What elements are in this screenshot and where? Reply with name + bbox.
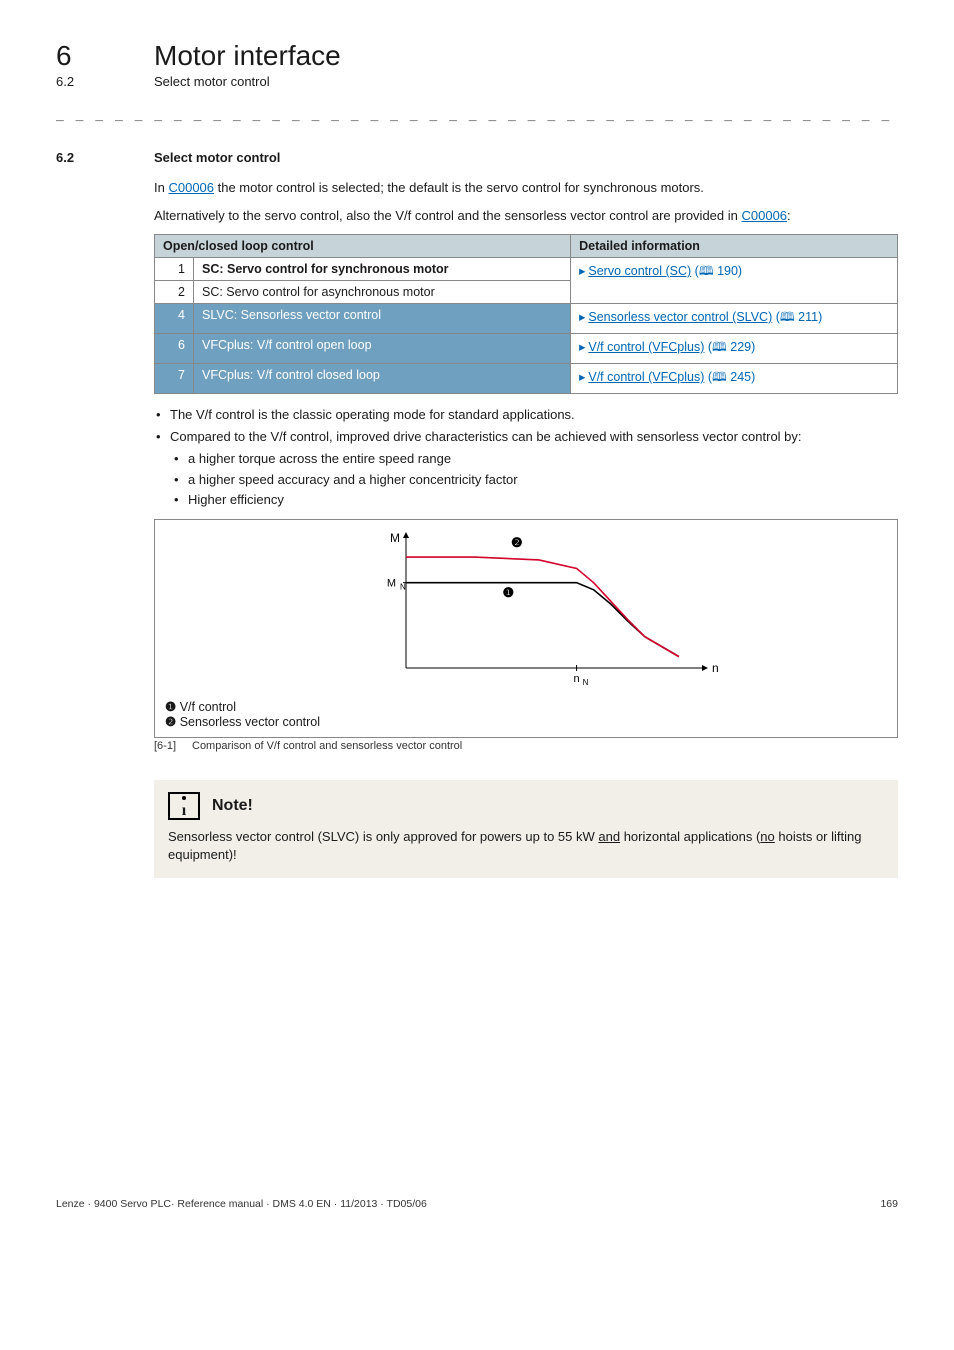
figure-caption-text: Comparison of V/f control and sensorless… (192, 740, 462, 752)
chart-container: nNMNMn❶❷ ❶ V/f control ❷ Sensorless vect… (154, 519, 898, 738)
section-number: 6.2 (56, 150, 154, 165)
row-number: 7 (155, 364, 194, 394)
legend-marker: ❷ (165, 714, 176, 729)
control-mode-table: Open/closed loop control Detailed inform… (154, 234, 898, 394)
legend-label: Sensorless vector control (180, 715, 320, 729)
row-number: 4 (155, 304, 194, 334)
svg-text:N: N (583, 678, 589, 687)
paragraph: Alternatively to the servo control, also… (154, 207, 898, 225)
separator-line: _ _ _ _ _ _ _ _ _ _ _ _ _ _ _ _ _ _ _ _ … (56, 107, 898, 122)
table-header-row: Open/closed loop control Detailed inform… (155, 235, 898, 258)
row-number: 1 (155, 258, 194, 281)
cross-reference-link[interactable]: V/f control (VFCplus) (🕮 245) (588, 370, 755, 384)
chart-legend: ❶ V/f control ❷ Sensorless vector contro… (155, 695, 897, 737)
code-link[interactable]: C00006 (741, 208, 787, 223)
list-item: The V/f control is the classic operating… (170, 406, 898, 424)
text: : (787, 208, 791, 223)
svg-text:M: M (390, 531, 400, 545)
note-title: Note! (212, 797, 253, 815)
svg-text:❷: ❷ (511, 535, 523, 550)
arrow-icon: ▸ (579, 340, 585, 354)
note-text: Sensorless vector control (SLVC) is only… (168, 828, 884, 864)
subsection-title-top: Select motor control (154, 74, 270, 89)
row-label: SLVC: Sensorless vector control (194, 304, 571, 334)
legend-label: V/f control (180, 700, 236, 714)
list-item: Compared to the V/f control, improved dr… (170, 428, 898, 509)
cross-reference-link[interactable]: Sensorless vector control (SLVC) (🕮 211) (588, 310, 822, 324)
row-label: SC: Servo control for asynchronous motor (194, 281, 571, 304)
table-row: 7 VFCplus: V/f control closed loop ▸V/f … (155, 364, 898, 394)
chapter-number: 6 (56, 40, 154, 72)
legend-marker: ❶ (165, 699, 176, 714)
page-footer: Lenze · 9400 Servo PLC· Reference manual… (56, 1198, 898, 1210)
arrow-icon: ▸ (579, 264, 585, 278)
table-row: 6 VFCplus: V/f control open loop ▸V/f co… (155, 334, 898, 364)
row-label: VFCplus: V/f control closed loop (194, 364, 571, 394)
list-item: a higher torque across the entire speed … (188, 450, 898, 468)
table-header: Open/closed loop control (155, 235, 571, 258)
arrow-icon: ▸ (579, 310, 585, 324)
bullet-list: The V/f control is the classic operating… (154, 406, 898, 509)
list-item: a higher speed accuracy and a higher con… (188, 471, 898, 489)
subsection-number-top: 6.2 (56, 74, 154, 89)
row-detail: ▸Sensorless vector control (SLVC) (🕮 211… (571, 304, 898, 334)
row-label: VFCplus: V/f control open loop (194, 334, 571, 364)
row-detail: ▸V/f control (VFCplus) (🕮 229) (571, 334, 898, 364)
row-number: 6 (155, 334, 194, 364)
code-link[interactable]: C00006 (168, 180, 214, 195)
arrow-icon: ▸ (579, 370, 585, 384)
svg-text:n: n (574, 673, 580, 685)
cross-reference-link[interactable]: V/f control (VFCplus) (🕮 229) (588, 340, 755, 354)
row-number: 2 (155, 281, 194, 304)
svg-text:n: n (712, 661, 719, 675)
section-title: Select motor control (154, 150, 280, 165)
row-label: SC: Servo control for synchronous motor (194, 258, 571, 281)
table-row: 1 SC: Servo control for synchronous moto… (155, 258, 898, 281)
svg-text:M: M (387, 578, 396, 590)
cross-reference-link[interactable]: Servo control (SC) (🕮 190) (588, 264, 742, 278)
note-box: ı Note! Sensorless vector control (SLVC)… (154, 780, 898, 878)
table-row: 4 SLVC: Sensorless vector control ▸Senso… (155, 304, 898, 334)
torque-speed-chart: nNMNMn❶❷ (316, 528, 736, 688)
chapter-title: Motor interface (154, 40, 341, 72)
figure-caption: [6-1] Comparison of V/f control and sens… (154, 740, 898, 752)
row-detail: ▸V/f control (VFCplus) (🕮 245) (571, 364, 898, 394)
svg-text:N: N (400, 583, 406, 592)
sub-bullet-list: a higher torque across the entire speed … (170, 450, 898, 509)
row-detail: ▸Servo control (SC) (🕮 190) (571, 258, 898, 304)
paragraph: In C00006 the motor control is selected;… (154, 179, 898, 197)
figure-number: [6-1] (154, 740, 192, 752)
footer-left: Lenze · 9400 Servo PLC· Reference manual… (56, 1198, 427, 1210)
text: the motor control is selected; the defau… (214, 180, 704, 195)
svg-text:❶: ❶ (503, 585, 515, 600)
list-item: Higher efficiency (188, 491, 898, 509)
text: Alternatively to the servo control, also… (154, 208, 741, 223)
info-icon: ı (168, 792, 200, 820)
footer-page-number: 169 (880, 1198, 898, 1210)
table-header: Detailed information (571, 235, 898, 258)
text: In (154, 180, 168, 195)
